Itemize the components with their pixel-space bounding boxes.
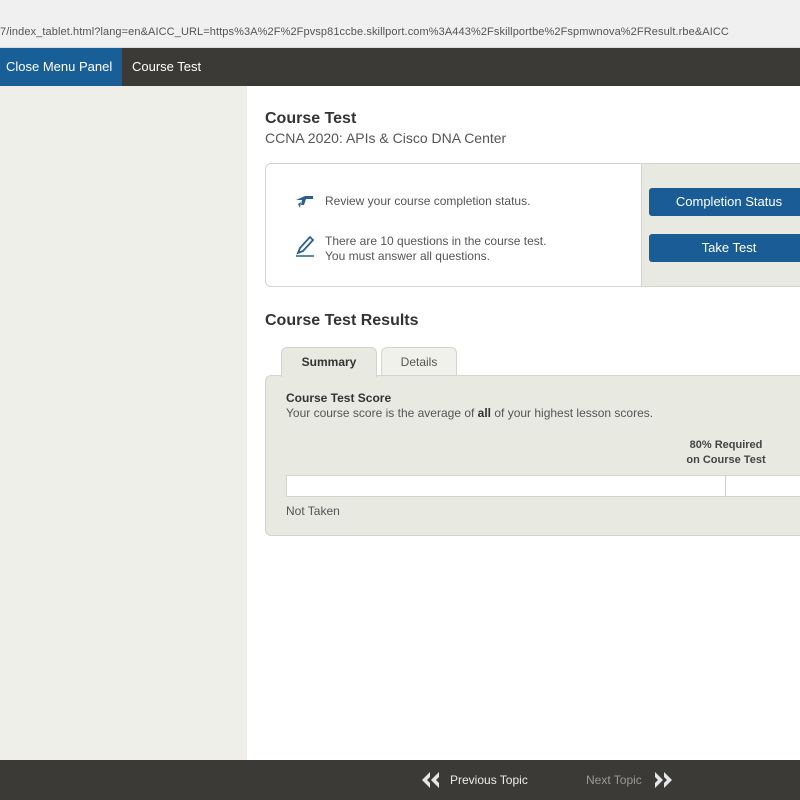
browser-address-bar[interactable]: 7/index_tablet.html?lang=en&AICC_URL=htt… xyxy=(0,0,800,48)
completion-status-row: Review your course completion status. xyxy=(293,190,530,214)
next-topic-button[interactable]: Next Topic xyxy=(586,760,674,800)
tab-details[interactable]: Details xyxy=(381,347,457,375)
previous-topic-label: Previous Topic xyxy=(450,773,528,787)
breadcrumb-course-test: Course Test xyxy=(132,59,202,74)
required-line-2: on Course Test xyxy=(686,454,766,466)
bottom-nav-bar: Previous Topic Next Topic xyxy=(0,760,800,800)
close-menu-panel-button[interactable]: Close Menu Panel xyxy=(0,48,122,86)
url-text[interactable]: 7/index_tablet.html?lang=en&AICC_URL=htt… xyxy=(0,26,729,38)
answer-all-text: You must answer all questions. xyxy=(325,249,490,263)
double-chevron-left-icon xyxy=(420,771,442,789)
pencil-icon xyxy=(293,234,317,258)
score-desc-before: Your course score is the average of xyxy=(286,406,478,420)
score-progress-bar xyxy=(286,475,800,497)
main-content: Course Test CCNA 2020: APIs & Cisco DNA … xyxy=(247,86,800,760)
questions-info-text: There are 10 questions in the course tes… xyxy=(325,234,546,264)
score-desc-bold: all xyxy=(477,406,492,420)
test-status: Not Taken xyxy=(286,504,340,518)
score-desc-after: of your highest lesson scores. xyxy=(491,406,654,420)
score-heading: Course Test Score xyxy=(286,391,392,405)
course-subtitle: CCNA 2020: APIs & Cisco DNA Center xyxy=(265,130,507,146)
next-topic-label: Next Topic xyxy=(586,773,642,787)
completion-status-button[interactable]: Completion Status xyxy=(649,188,800,216)
pointing-hand-icon xyxy=(293,190,317,214)
menu-panel xyxy=(0,86,247,760)
required-line-1: 80% Required xyxy=(689,439,763,451)
results-title: Course Test Results xyxy=(265,312,419,329)
required-score-marker xyxy=(725,476,726,496)
score-description: Your course score is the average of all … xyxy=(286,406,653,420)
action-panel xyxy=(641,164,800,286)
tab-summary[interactable]: Summary xyxy=(281,347,377,377)
completion-status-text: Review your course completion status. xyxy=(325,194,531,208)
top-nav-bar: Close Menu Panel Course Test xyxy=(0,48,800,86)
double-chevron-right-icon xyxy=(652,771,674,789)
required-score-label: 80% Required on Course Test xyxy=(671,438,781,468)
previous-topic-button[interactable]: Previous Topic xyxy=(420,760,528,800)
questions-info-row: There are 10 questions in the course tes… xyxy=(293,234,546,264)
course-test-info-box xyxy=(265,163,800,287)
page-title: Course Test xyxy=(265,110,357,127)
questions-count-text: There are 10 questions in the course tes… xyxy=(325,234,547,248)
page: 7/index_tablet.html?lang=en&AICC_URL=htt… xyxy=(0,0,800,800)
summary-panel: Course Test Score Your course score is t… xyxy=(265,375,800,536)
take-test-button[interactable]: Take Test xyxy=(649,234,800,262)
